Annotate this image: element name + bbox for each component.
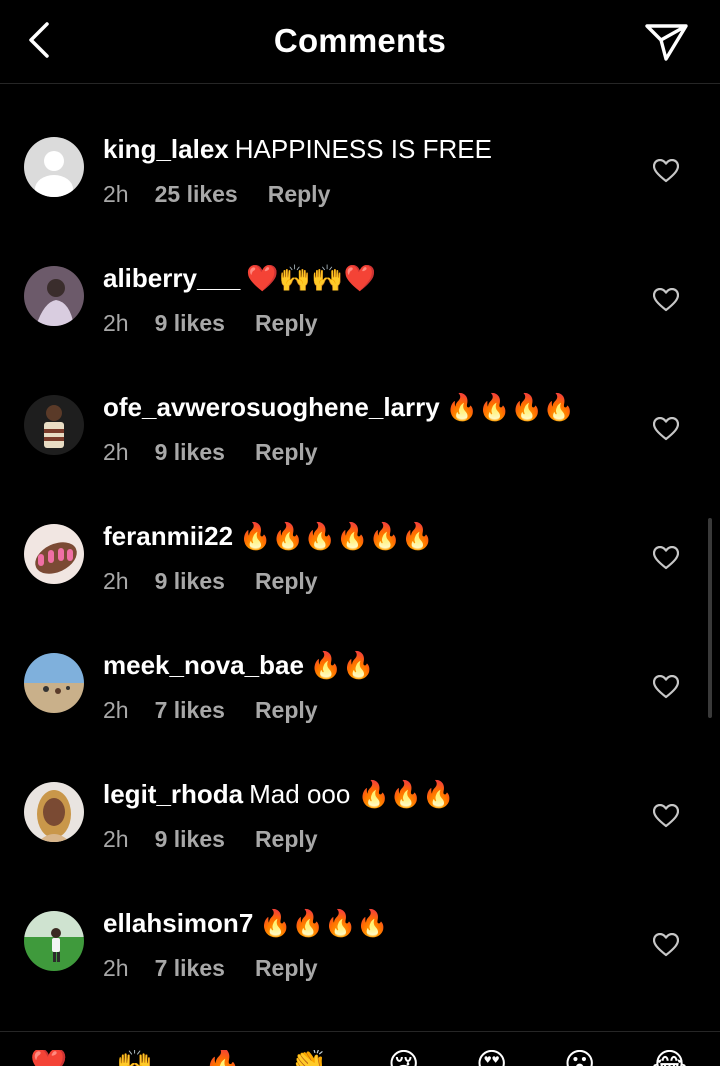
username[interactable]: legit_rhoda [103, 779, 243, 809]
likes-count[interactable]: 9 likes [155, 826, 225, 852]
timestamp: 2h [103, 826, 129, 852]
comment-text: 🔥🔥 [309, 650, 375, 680]
comment-item: ofe_avwerosuoghene_larry 🔥🔥🔥🔥 2h 9 likes Re… [0, 342, 720, 471]
heart-icon[interactable] [653, 675, 679, 699]
reaction-emoji[interactable]: 😂 [652, 1050, 687, 1066]
timestamp: 2h [103, 181, 129, 207]
reaction-emoji[interactable]: 🙌 [116, 1050, 153, 1066]
comment-text: HAPPINESS IS FREE [234, 134, 492, 164]
heart-icon[interactable] [653, 933, 679, 957]
comment-list: king_lalex HAPPINESS IS FREE 2h 25 likes Re… [0, 84, 720, 987]
avatar[interactable] [24, 524, 84, 584]
comment-line: meek_nova_bae 🔥🔥 [103, 650, 375, 681]
comment-text: ❤️🙌🙌❤️ [246, 263, 376, 293]
comment-meta: 2h 9 likes Reply [103, 439, 318, 466]
comment-text: 🔥🔥🔥🔥 [445, 392, 576, 422]
comment-text: 🔥🔥🔥🔥🔥🔥 [239, 521, 434, 551]
timestamp: 2h [103, 439, 129, 465]
reply-button[interactable]: Reply [255, 826, 318, 852]
reply-button[interactable]: Reply [255, 955, 318, 981]
comment-meta: 2h 7 likes Reply [103, 955, 318, 982]
quick-reaction-bar: ❤️ 🙌 🔥 👏 😢 😍 😮 😂 [0, 1050, 720, 1066]
reaction-emoji[interactable]: 😍 [476, 1050, 507, 1066]
avatar[interactable] [24, 395, 84, 455]
likes-count[interactable]: 25 likes [155, 181, 238, 207]
timestamp: 2h [103, 697, 129, 723]
comment-line: ofe_avwerosuoghene_larry 🔥🔥🔥🔥 [103, 392, 575, 423]
share-icon[interactable] [642, 20, 690, 64]
timestamp: 2h [103, 955, 129, 981]
reply-button[interactable]: Reply [268, 181, 331, 207]
comment-meta: 2h 7 likes Reply [103, 697, 318, 724]
heart-icon[interactable] [653, 159, 679, 183]
likes-count[interactable]: 7 likes [155, 955, 225, 981]
avatar[interactable] [24, 266, 84, 326]
reaction-emoji[interactable]: 😢 [388, 1050, 419, 1066]
comment-item: ellahsimon7 🔥🔥🔥🔥 2h 7 likes Reply [0, 858, 720, 987]
comment-text: 🔥🔥🔥🔥 [259, 908, 389, 938]
reaction-emoji[interactable]: 😮 [564, 1050, 595, 1066]
comment-meta: 2h 9 likes Reply [103, 826, 318, 853]
comment-item: legit_rhoda Mad ooo 🔥🔥🔥 2h 9 likes Reply [0, 729, 720, 858]
heart-icon[interactable] [653, 288, 679, 312]
comment-line: legit_rhoda Mad ooo 🔥🔥🔥 [103, 779, 455, 810]
likes-count[interactable]: 9 likes [155, 439, 225, 465]
comment-text: Mad ooo 🔥🔥🔥 [249, 779, 455, 809]
reply-button[interactable]: Reply [255, 697, 318, 723]
avatar[interactable] [24, 782, 84, 842]
reaction-emoji[interactable]: ❤️ [30, 1050, 67, 1066]
avatar[interactable] [24, 911, 84, 971]
reply-button[interactable]: Reply [255, 310, 318, 336]
comment-meta: 2h 25 likes Reply [103, 181, 330, 208]
avatar[interactable] [24, 137, 84, 197]
comment-line: ellahsimon7 🔥🔥🔥🔥 [103, 908, 389, 939]
scrollbar[interactable] [708, 518, 712, 718]
comment-line: feranmii22 🔥🔥🔥🔥🔥🔥 [103, 521, 433, 552]
username[interactable]: feranmii22 [103, 521, 233, 551]
header: Comments [0, 0, 720, 84]
comment-item: king_lalex HAPPINESS IS FREE 2h 25 likes Re… [0, 84, 720, 213]
divider [0, 1031, 720, 1032]
likes-count[interactable]: 9 likes [155, 310, 225, 336]
username[interactable]: aliberry___ [103, 263, 240, 293]
likes-count[interactable]: 7 likes [155, 697, 225, 723]
comment-line: aliberry___ ❤️🙌🙌❤️ [103, 263, 376, 294]
heart-icon[interactable] [653, 804, 679, 828]
heart-icon[interactable] [653, 417, 679, 441]
username[interactable]: ellahsimon7 [103, 908, 253, 938]
comment-meta: 2h 9 likes Reply [103, 568, 318, 595]
timestamp: 2h [103, 568, 129, 594]
username[interactable]: ofe_avwerosuoghene_larry [103, 392, 440, 422]
page-title: Comments [273, 22, 447, 59]
reply-button[interactable]: Reply [255, 439, 318, 465]
heart-icon[interactable] [653, 546, 679, 570]
username[interactable]: meek_nova_bae [103, 650, 304, 680]
reaction-emoji[interactable]: 🔥 [204, 1050, 241, 1066]
avatar[interactable] [24, 653, 84, 713]
comment-item: feranmii22 🔥🔥🔥🔥🔥🔥 2h 9 likes Reply [0, 471, 720, 600]
reply-button[interactable]: Reply [255, 568, 318, 594]
comment-meta: 2h 9 likes Reply [103, 310, 318, 337]
reaction-emoji[interactable]: 👏 [290, 1050, 327, 1066]
timestamp: 2h [103, 310, 129, 336]
comment-item: aliberry___ ❤️🙌🙌❤️ 2h 9 likes Reply [0, 213, 720, 342]
username[interactable]: king_lalex [103, 134, 229, 164]
likes-count[interactable]: 9 likes [155, 568, 225, 594]
comment-item: meek_nova_bae 🔥🔥 2h 7 likes Reply [0, 600, 720, 729]
comment-line: king_lalex HAPPINESS IS FREE [103, 134, 492, 165]
